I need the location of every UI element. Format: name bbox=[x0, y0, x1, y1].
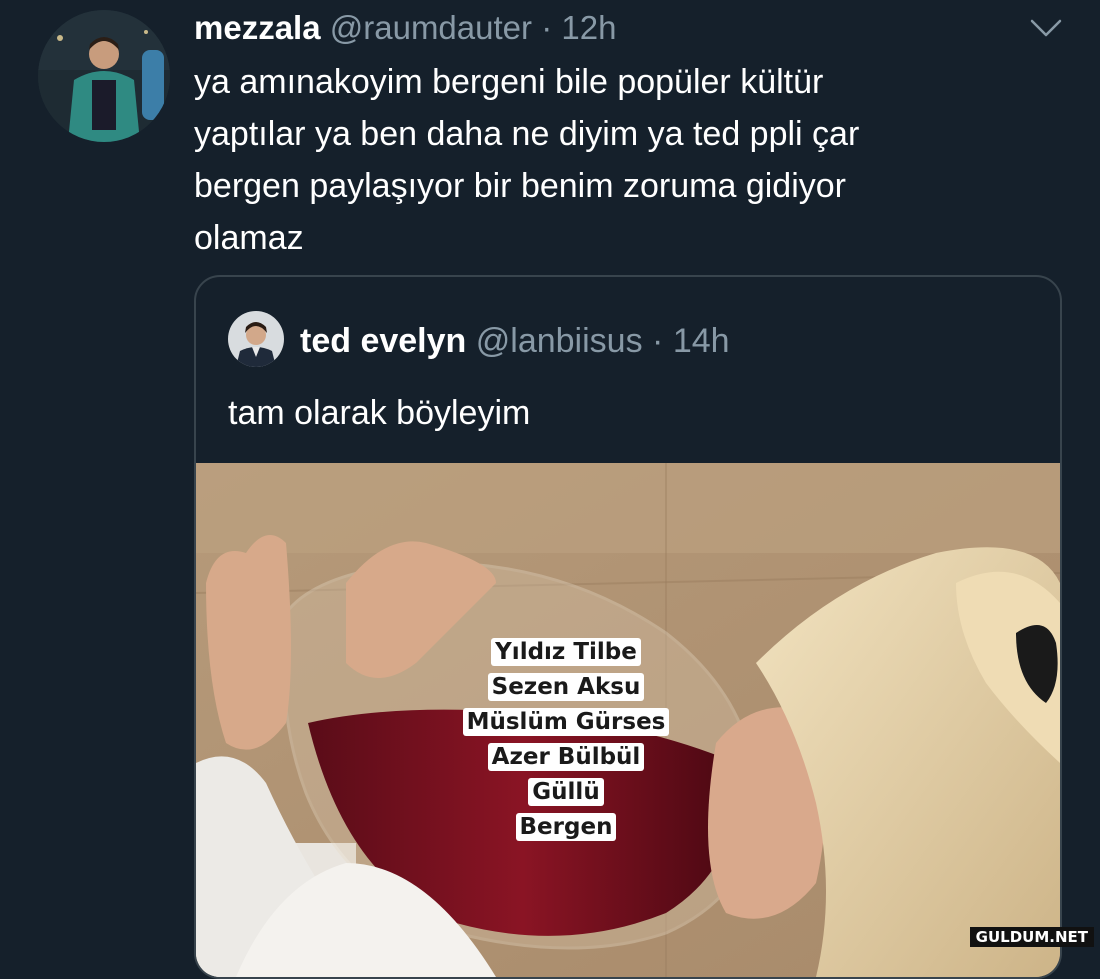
quoted-author-handle[interactable]: @lanbiisus bbox=[476, 322, 643, 360]
site-watermark: GULDUM.NET bbox=[969, 927, 1094, 947]
quoted-author-name[interactable]: ted evelyn bbox=[300, 322, 466, 360]
meme-caption: Müslüm Gürses bbox=[462, 708, 670, 736]
tweet-text-line: bergen paylaşıyor bir benim zoruma gidiy… bbox=[194, 167, 846, 205]
quoted-author-avatar[interactable] bbox=[228, 311, 284, 367]
meme-caption: Bergen bbox=[515, 813, 617, 841]
quoted-tweet-header: ted evelyn @lanbiisus · 14h bbox=[300, 319, 730, 363]
tweet-text-line: ya amınakoyim bergeni bile popüler kültü… bbox=[194, 63, 824, 101]
meme-image[interactable]: Yıldız Tilbe Sezen Aksu Müslüm Gürses Az… bbox=[196, 463, 1060, 977]
tweet-text-line: yaptılar ya ben daha ne diyim ya ted ppl… bbox=[194, 115, 860, 153]
meme-caption: Güllü bbox=[528, 778, 604, 806]
chevron-down-icon[interactable] bbox=[1028, 16, 1064, 40]
meme-caption-list: Yıldız Tilbe Sezen Aksu Müslüm Gürses Az… bbox=[416, 635, 716, 845]
meme-caption: Azer Bülbül bbox=[487, 743, 645, 771]
quoted-tweet[interactable]: ted evelyn @lanbiisus · 14h tam olarak b… bbox=[194, 275, 1062, 979]
meta-separator: · bbox=[652, 322, 664, 360]
tweet-header: mezzala @raumdauter · 12h bbox=[194, 6, 616, 50]
tweet-text-line: olamaz bbox=[194, 219, 304, 257]
tweet-time[interactable]: 12h bbox=[561, 9, 616, 46]
author-name[interactable]: mezzala bbox=[194, 9, 321, 46]
meta-separator: · bbox=[541, 9, 553, 46]
author-handle[interactable]: @raumdauter bbox=[330, 9, 532, 46]
tweet-text: ya amınakoyim bergeni bile popüler kültü… bbox=[194, 56, 1014, 264]
quoted-tweet-time[interactable]: 14h bbox=[673, 322, 730, 360]
quoted-tweet-text: tam olarak böyleyim bbox=[228, 394, 531, 432]
meme-caption: Sezen Aksu bbox=[487, 673, 645, 701]
meme-caption: Yıldız Tilbe bbox=[491, 638, 641, 666]
author-avatar[interactable] bbox=[38, 10, 170, 142]
